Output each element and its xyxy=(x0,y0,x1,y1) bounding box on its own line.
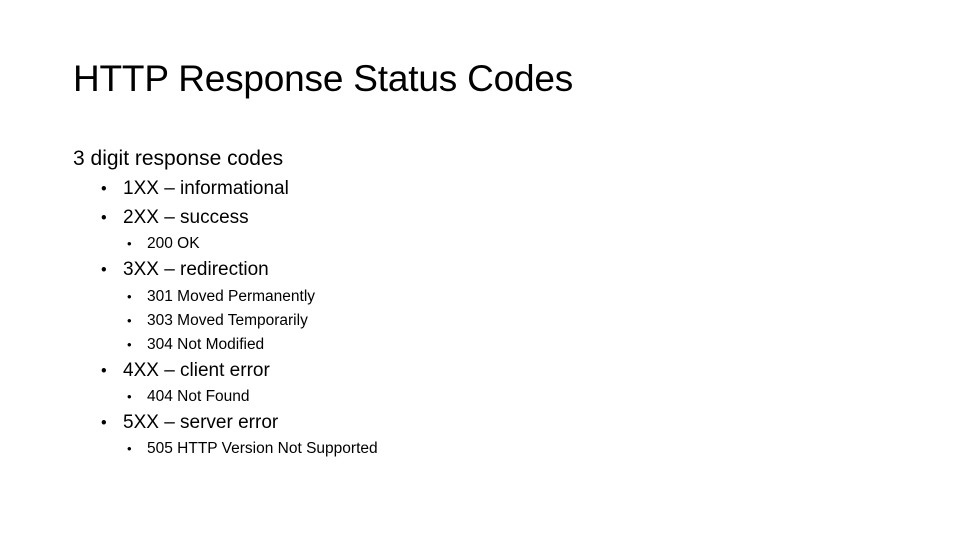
slide: HTTP Response Status Codes 3 digit respo… xyxy=(0,0,960,540)
sub-item-label: 200 OK xyxy=(147,235,200,252)
bullet-icon: • xyxy=(127,313,132,328)
sub-item-label: 303 Moved Temporarily xyxy=(147,312,308,329)
sub-item-label: 304 Not Modified xyxy=(147,336,265,353)
list-item-label: 4XX – client error xyxy=(123,360,270,381)
sub-item-303: • 303 Moved Temporarily xyxy=(127,311,308,331)
list-item-label: 3XX – redirection xyxy=(123,259,269,280)
bullet-icon: • xyxy=(101,414,107,432)
bullet-icon: • xyxy=(101,180,107,198)
sub-item-505: • 505 HTTP Version Not Supported xyxy=(127,439,378,459)
sub-item-label: 301 Moved Permanently xyxy=(147,288,316,305)
list-item-3xx: • 3XX – redirection xyxy=(101,258,269,282)
sub-item-304: • 304 Not Modified xyxy=(127,335,264,355)
list-item-4xx: • 4XX – client error xyxy=(101,359,270,383)
sub-item-404: • 404 Not Found xyxy=(127,387,250,407)
bullet-icon: • xyxy=(101,209,107,227)
sub-item-label: 505 HTTP Version Not Supported xyxy=(147,440,378,457)
sub-item-200: • 200 OK xyxy=(127,234,200,254)
bullet-icon: • xyxy=(127,236,132,251)
list-item-1xx: • 1XX – informational xyxy=(101,177,289,201)
list-item-2xx: • 2XX – success xyxy=(101,206,249,230)
sub-item-label: 404 Not Found xyxy=(147,388,250,405)
list-item-label: 5XX – server error xyxy=(123,412,279,433)
list-item-label: 1XX – informational xyxy=(123,178,289,199)
bullet-icon: • xyxy=(127,441,132,456)
bullet-icon: • xyxy=(127,289,132,304)
sub-item-301: • 301 Moved Permanently xyxy=(127,287,315,307)
bullet-icon: • xyxy=(127,337,132,352)
intro-text: 3 digit response codes xyxy=(73,147,284,170)
slide-title: HTTP Response Status Codes xyxy=(73,58,574,99)
list-item-5xx: • 5XX – server error xyxy=(101,411,278,435)
bullet-icon: • xyxy=(101,362,107,380)
bullet-icon: • xyxy=(127,389,132,404)
list-item-label: 2XX – success xyxy=(123,207,249,228)
bullet-icon: • xyxy=(101,261,107,279)
